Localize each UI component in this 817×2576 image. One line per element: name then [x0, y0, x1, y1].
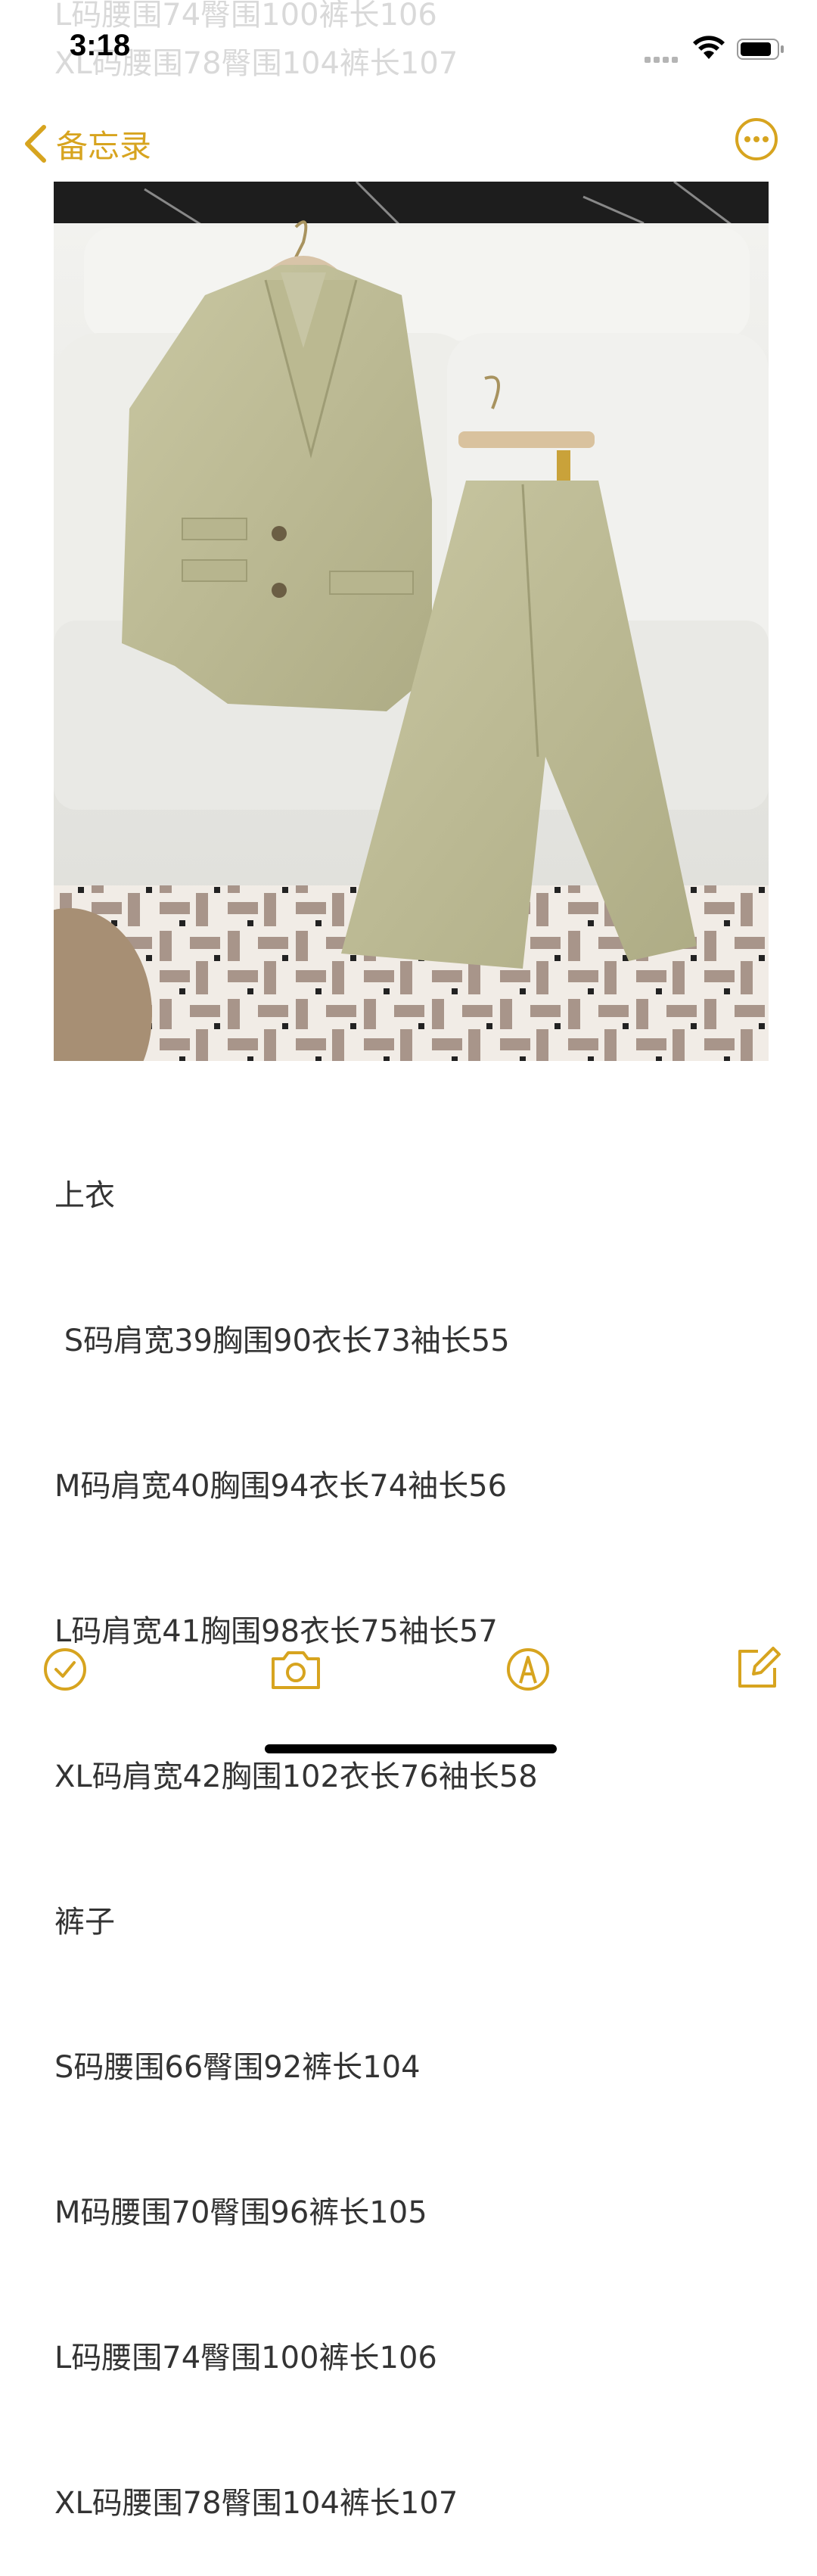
- navigation-bar: 备忘录: [0, 106, 817, 182]
- status-time: 3:18: [70, 29, 131, 62]
- note-line: S码肩宽39胸围90衣长73袖长55: [54, 1324, 510, 1358]
- note-line: XL码腰围78臀围104裤长107: [54, 2486, 458, 2521]
- chevron-left-icon: [25, 125, 46, 163]
- camera-icon[interactable]: [269, 1647, 323, 1692]
- note-body[interactable]: 上衣 S码肩宽39胸围90衣长73袖长55 M码肩宽40胸围94衣长74袖长56…: [54, 1075, 538, 2576]
- note-line: M码腰围70臀围96裤长105: [54, 2195, 427, 2230]
- back-button-label: 备忘录: [56, 127, 152, 165]
- note-line: 上衣: [54, 1178, 115, 1213]
- status-bar: 3:18: [0, 0, 817, 98]
- note-line: L码腰围74臀围100裤长106: [54, 2341, 437, 2375]
- note-line: M码肩宽40胸围94衣长74袖长56: [54, 1469, 508, 1504]
- note-line: XL码肩宽42胸围102衣长76袖长58: [54, 1759, 538, 1794]
- markup-pen-icon[interactable]: [505, 1647, 551, 1692]
- more-options-icon[interactable]: [734, 117, 779, 162]
- compose-icon[interactable]: [734, 1644, 782, 1692]
- note-line: S码腰围66臀围92裤长104: [54, 2050, 421, 2085]
- back-button[interactable]: 备忘录: [23, 117, 151, 171]
- checklist-icon[interactable]: [42, 1647, 88, 1692]
- battery-icon: [737, 39, 784, 60]
- wifi-icon: [693, 36, 725, 59]
- home-indicator[interactable]: [265, 1744, 557, 1753]
- note-line: 裤子: [54, 1905, 115, 1940]
- note-photo-attachment[interactable]: [54, 182, 769, 1061]
- cellular-signal-icon: [645, 51, 682, 63]
